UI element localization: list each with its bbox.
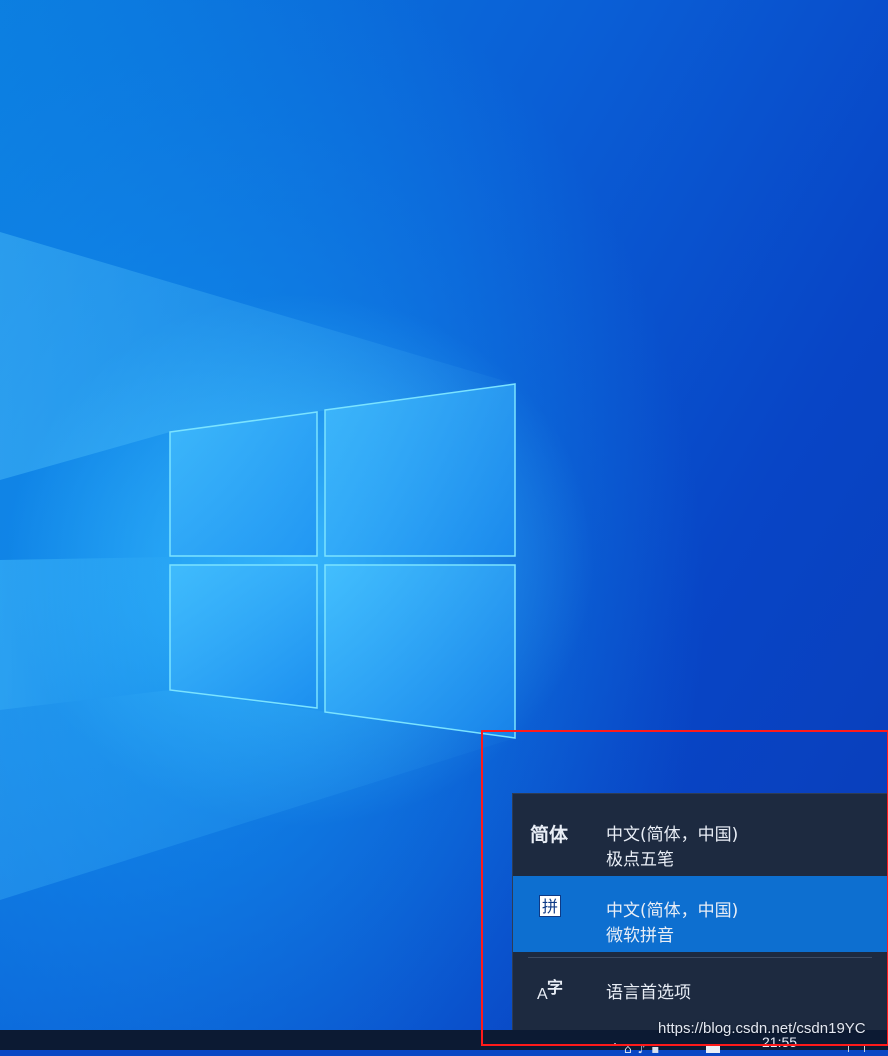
taskbar-divider bbox=[848, 1044, 849, 1052]
ime-icon[interactable] bbox=[706, 1045, 720, 1053]
ime-option-wubi[interactable]: 简体 中文(简体，中国) 极点五笔 bbox=[513, 800, 887, 876]
ime-method-label: 微软拼音 bbox=[606, 926, 674, 946]
ime-language-label: 中文(简体，中国) bbox=[606, 901, 739, 921]
watermark-text: https://blog.csdn.net/csdn19YC bbox=[658, 1020, 866, 1037]
show-desktop-divider[interactable] bbox=[864, 1044, 865, 1052]
language-preferences-item[interactable]: A 字 语言首选项 bbox=[513, 954, 887, 1024]
system-tray-icons[interactable]: ˄⌂♪▪ bbox=[612, 1042, 665, 1056]
ime-language-label: 中文(简体，中国) bbox=[606, 825, 739, 845]
input-mode-indicator-icon[interactable]: ▪ bbox=[651, 1042, 665, 1056]
pinyin-badge-icon: 拼 bbox=[539, 895, 561, 917]
network-icon[interactable]: ⌂ bbox=[624, 1042, 638, 1056]
language-settings-icon: A 字 bbox=[537, 976, 567, 1006]
simplified-badge-icon: 简体 bbox=[530, 824, 569, 846]
language-icon-char: 字 bbox=[547, 978, 564, 997]
volume-icon[interactable]: ♪ bbox=[638, 1042, 652, 1056]
show-hidden-icons-icon[interactable]: ˄ bbox=[612, 1042, 624, 1056]
input-method-menu: 简体 中文(简体，中国) 极点五笔 拼 中文(简体，中国) 微软拼音 A 字 语… bbox=[512, 793, 887, 1031]
ime-option-microsoft-pinyin[interactable]: 拼 中文(简体，中国) 微软拼音 bbox=[513, 876, 887, 952]
ime-method-label: 极点五笔 bbox=[606, 850, 674, 870]
language-preferences-label: 语言首选项 bbox=[606, 983, 691, 1003]
